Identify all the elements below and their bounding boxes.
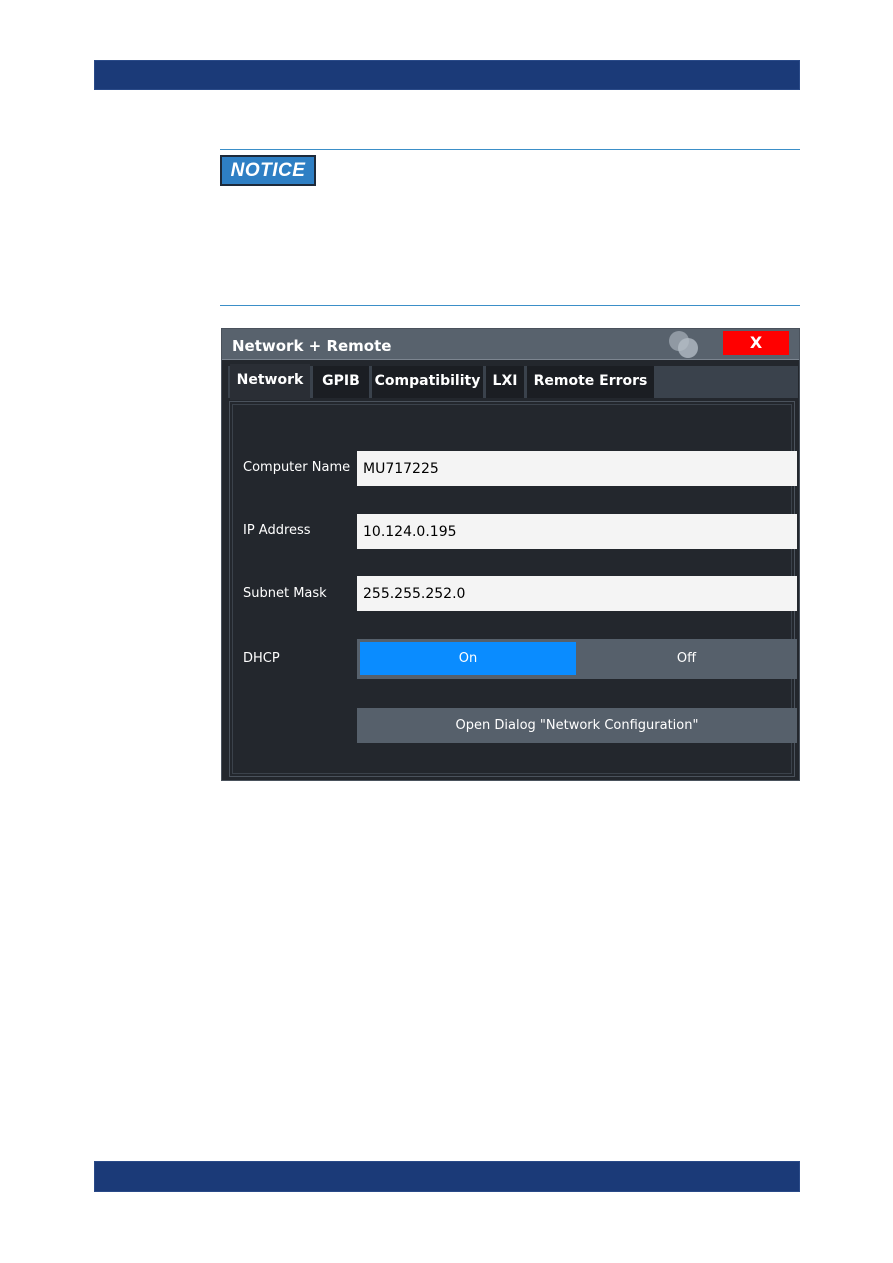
dialog-titlebar: Network + Remote X xyxy=(222,329,799,360)
network-tab-panel: Computer Name IP Address Subnet Mask DHC… xyxy=(229,401,797,777)
computer-name-label: Computer Name xyxy=(243,460,351,475)
ip-address-field[interactable] xyxy=(357,514,797,549)
notice-top-rule xyxy=(220,149,800,150)
open-network-configuration-button[interactable]: Open Dialog "Network Configuration" xyxy=(357,708,797,743)
subnet-mask-label: Subnet Mask xyxy=(243,586,327,601)
circle-shape xyxy=(678,338,698,358)
tab-remote-errors[interactable]: Remote Errors xyxy=(527,366,654,398)
dialog-title: Network + Remote xyxy=(232,337,392,355)
dhcp-label: DHCP xyxy=(243,651,280,666)
page-footer-bar xyxy=(94,1161,800,1192)
ip-address-label: IP Address xyxy=(243,523,311,538)
tab-network[interactable]: Network xyxy=(230,364,310,400)
page-header-bar xyxy=(94,60,800,90)
tab-strip: Network GPIB Compatibility LXI Remote Er… xyxy=(228,364,798,400)
dhcp-toggle[interactable]: On Off xyxy=(357,639,797,679)
dhcp-on-option[interactable]: On xyxy=(360,642,576,675)
dhcp-off-option[interactable]: Off xyxy=(579,642,794,675)
notice-bottom-rule xyxy=(220,305,800,306)
network-remote-dialog: Network + Remote X Network GPIB Compatib… xyxy=(221,328,800,781)
notice-badge: NOTICE xyxy=(220,155,316,186)
close-button[interactable]: X xyxy=(723,331,789,355)
computer-name-field[interactable] xyxy=(357,451,797,486)
subnet-mask-field[interactable] xyxy=(357,576,797,611)
tab-compatibility[interactable]: Compatibility xyxy=(372,366,483,398)
tab-gpib[interactable]: GPIB xyxy=(313,366,369,398)
tab-lxi[interactable]: LXI xyxy=(486,366,524,398)
transparency-toggle-icon[interactable] xyxy=(669,331,703,359)
